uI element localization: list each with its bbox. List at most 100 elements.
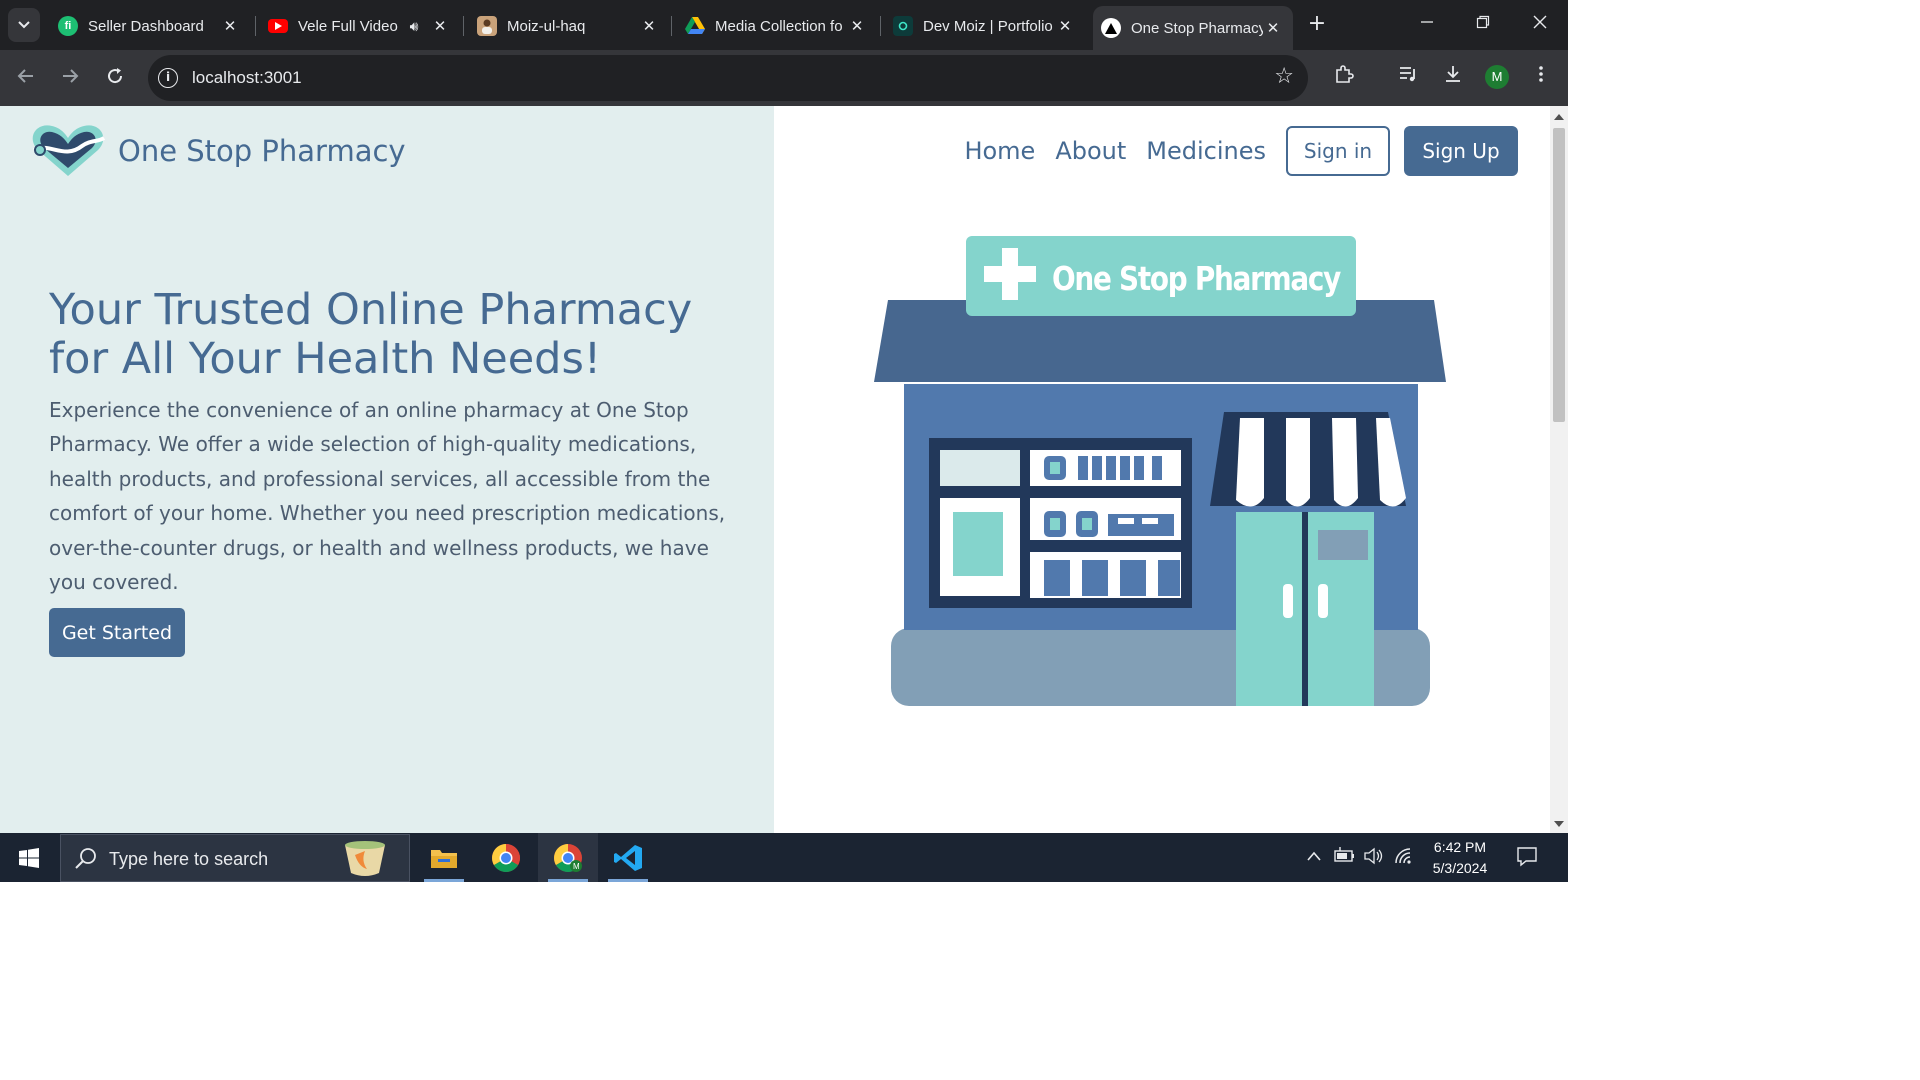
- arrow-left-icon: [17, 69, 33, 83]
- speaker-icon[interactable]: 🔊︎: [404, 18, 424, 35]
- system-clock[interactable]: 6:42 PM 5/3/2024: [1420, 837, 1500, 879]
- tab-vele-video[interactable]: Vele Full Video 🔊︎ ✕: [254, 8, 460, 44]
- downloads-icon[interactable]: [1439, 64, 1467, 92]
- folder-icon: [431, 849, 457, 868]
- extensions-icon[interactable]: [1330, 64, 1358, 92]
- chrome-profile-app[interactable]: M: [538, 833, 598, 882]
- tab-title: Media Collection fo: [715, 17, 843, 35]
- brand-name: One Stop Pharmacy: [118, 134, 406, 168]
- chrome-app[interactable]: [476, 833, 536, 882]
- close-tab-icon[interactable]: ✕: [639, 17, 659, 35]
- back-button[interactable]: [10, 62, 42, 94]
- vscode-icon: [614, 844, 642, 871]
- scroll-thumb[interactable]: [1553, 128, 1565, 422]
- tab-title: Vele Full Video: [298, 17, 398, 35]
- battery-status[interactable]: [1334, 847, 1356, 867]
- battery-icon: [1334, 847, 1354, 862]
- main-nav: Home About Medicines Sign in Sign Up: [964, 126, 1518, 176]
- site-info-icon[interactable]: i: [158, 68, 178, 88]
- hero-description: Experience the convenience of an online …: [49, 398, 726, 595]
- show-hidden-icons[interactable]: [1306, 847, 1322, 866]
- youtube-icon: [268, 19, 288, 33]
- nav-home[interactable]: Home: [964, 137, 1035, 165]
- get-started-button[interactable]: Get Started: [49, 608, 185, 657]
- tab-title: Moiz-ul-haq: [507, 17, 586, 35]
- url-text[interactable]: localhost:3001: [192, 68, 302, 88]
- close-tab-icon[interactable]: ✕: [220, 17, 240, 35]
- restore-button[interactable]: [1461, 6, 1505, 42]
- minimize-button[interactable]: [1405, 6, 1449, 42]
- browser-toolbar: i localhost:3001 ☆ M: [0, 50, 1568, 106]
- page-scrollbar[interactable]: [1550, 106, 1568, 833]
- tab-seller-dashboard[interactable]: fi Seller Dashboard ✕: [44, 8, 250, 44]
- tab-title: Dev Moiz | Portfolio: [923, 17, 1053, 35]
- tab-dev-moiz-portfolio[interactable]: Dev Moiz | Portfolio ✕: [879, 8, 1085, 44]
- address-bar[interactable]: i localhost:3001 ☆: [148, 55, 1308, 101]
- web-page: One Stop Pharmacy Home About Medicines S…: [0, 106, 1568, 833]
- close-tab-icon[interactable]: ✕: [1263, 19, 1283, 37]
- nextjs-icon: [1101, 18, 1121, 38]
- store-sign-text: One Stop Pharmacy: [1052, 259, 1341, 298]
- site-brand[interactable]: One Stop Pharmacy: [30, 122, 406, 180]
- media-controls-icon[interactable]: [1395, 64, 1423, 92]
- portfolio-icon: [893, 16, 913, 36]
- vscode-app[interactable]: [598, 833, 658, 882]
- reload-icon: [108, 68, 123, 84]
- tab-title: One Stop Pharmacy: [1131, 19, 1263, 37]
- close-icon: [1533, 15, 1547, 29]
- sign-in-button[interactable]: Sign in: [1286, 126, 1390, 176]
- tab-title: Seller Dashboard: [88, 17, 204, 35]
- notification-center-button[interactable]: [1516, 845, 1538, 871]
- notification-icon: [1517, 847, 1537, 867]
- chevron-down-icon: [18, 21, 30, 29]
- clock-date: 5/3/2024: [1432, 860, 1488, 876]
- sign-up-button[interactable]: Sign Up: [1404, 126, 1518, 176]
- profile-photo-icon: [477, 16, 497, 36]
- hero-title: Your Trusted Online Pharmacy for All You…: [49, 285, 693, 384]
- running-indicator: [608, 879, 648, 882]
- windows-logo-icon: [19, 847, 39, 868]
- chrome-icon: [492, 843, 520, 872]
- search-placeholder: Type here to search: [109, 849, 269, 869]
- close-window-button[interactable]: [1518, 6, 1562, 42]
- start-button[interactable]: [0, 833, 58, 882]
- pharmacy-store-illustration: One Stop Pharmacy: [874, 236, 1446, 706]
- clock-time: 6:42 PM: [1433, 839, 1487, 855]
- minimize-icon: [1421, 21, 1433, 23]
- windows-taskbar: Type here to search M 6:42 PM 5/3/2024: [0, 833, 1568, 882]
- google-drive-icon: [685, 16, 705, 36]
- volume-control[interactable]: [1364, 847, 1384, 869]
- nav-about[interactable]: About: [1055, 137, 1126, 165]
- wifi-icon: [1395, 848, 1411, 864]
- bookmark-star-icon[interactable]: ☆: [1274, 64, 1294, 89]
- scroll-up-arrow-icon[interactable]: [1554, 114, 1564, 120]
- browser-menu-icon[interactable]: [1527, 64, 1555, 92]
- chrome-profile-icon: M: [554, 843, 582, 872]
- search-icon: [75, 848, 96, 869]
- forward-button[interactable]: [54, 62, 86, 94]
- tab-media-collection[interactable]: Media Collection fo ✕: [671, 8, 877, 44]
- close-tab-icon[interactable]: ✕: [847, 17, 867, 35]
- search-highlight-icon: [345, 841, 385, 876]
- tab-one-stop-pharmacy[interactable]: One Stop Pharmacy ✕: [1093, 6, 1293, 50]
- nav-medicines[interactable]: Medicines: [1146, 137, 1266, 165]
- reload-button[interactable]: [99, 62, 131, 94]
- close-tab-icon[interactable]: ✕: [430, 17, 450, 35]
- running-indicator: [424, 879, 464, 882]
- network-status[interactable]: [1394, 847, 1414, 869]
- tab-moiz-ul-haq[interactable]: Moiz-ul-haq ✕: [463, 8, 669, 44]
- heart-logo-icon: [32, 125, 106, 176]
- arrow-right-icon: [63, 69, 79, 83]
- new-tab-button[interactable]: +: [1303, 10, 1331, 38]
- file-explorer-app[interactable]: [414, 833, 474, 882]
- taskbar-search[interactable]: Type here to search: [60, 834, 410, 882]
- scroll-down-arrow-icon[interactable]: [1554, 821, 1564, 827]
- browser-tab-bar: fi Seller Dashboard ✕ Vele Full Video 🔊︎…: [0, 0, 1568, 50]
- svg-text:M: M: [573, 862, 580, 871]
- running-indicator: [548, 879, 588, 882]
- tab-search-button[interactable]: [8, 8, 40, 42]
- restore-icon: [1476, 15, 1490, 29]
- fiverr-icon: fi: [58, 16, 78, 36]
- profile-avatar[interactable]: M: [1485, 65, 1509, 89]
- close-tab-icon[interactable]: ✕: [1055, 17, 1075, 35]
